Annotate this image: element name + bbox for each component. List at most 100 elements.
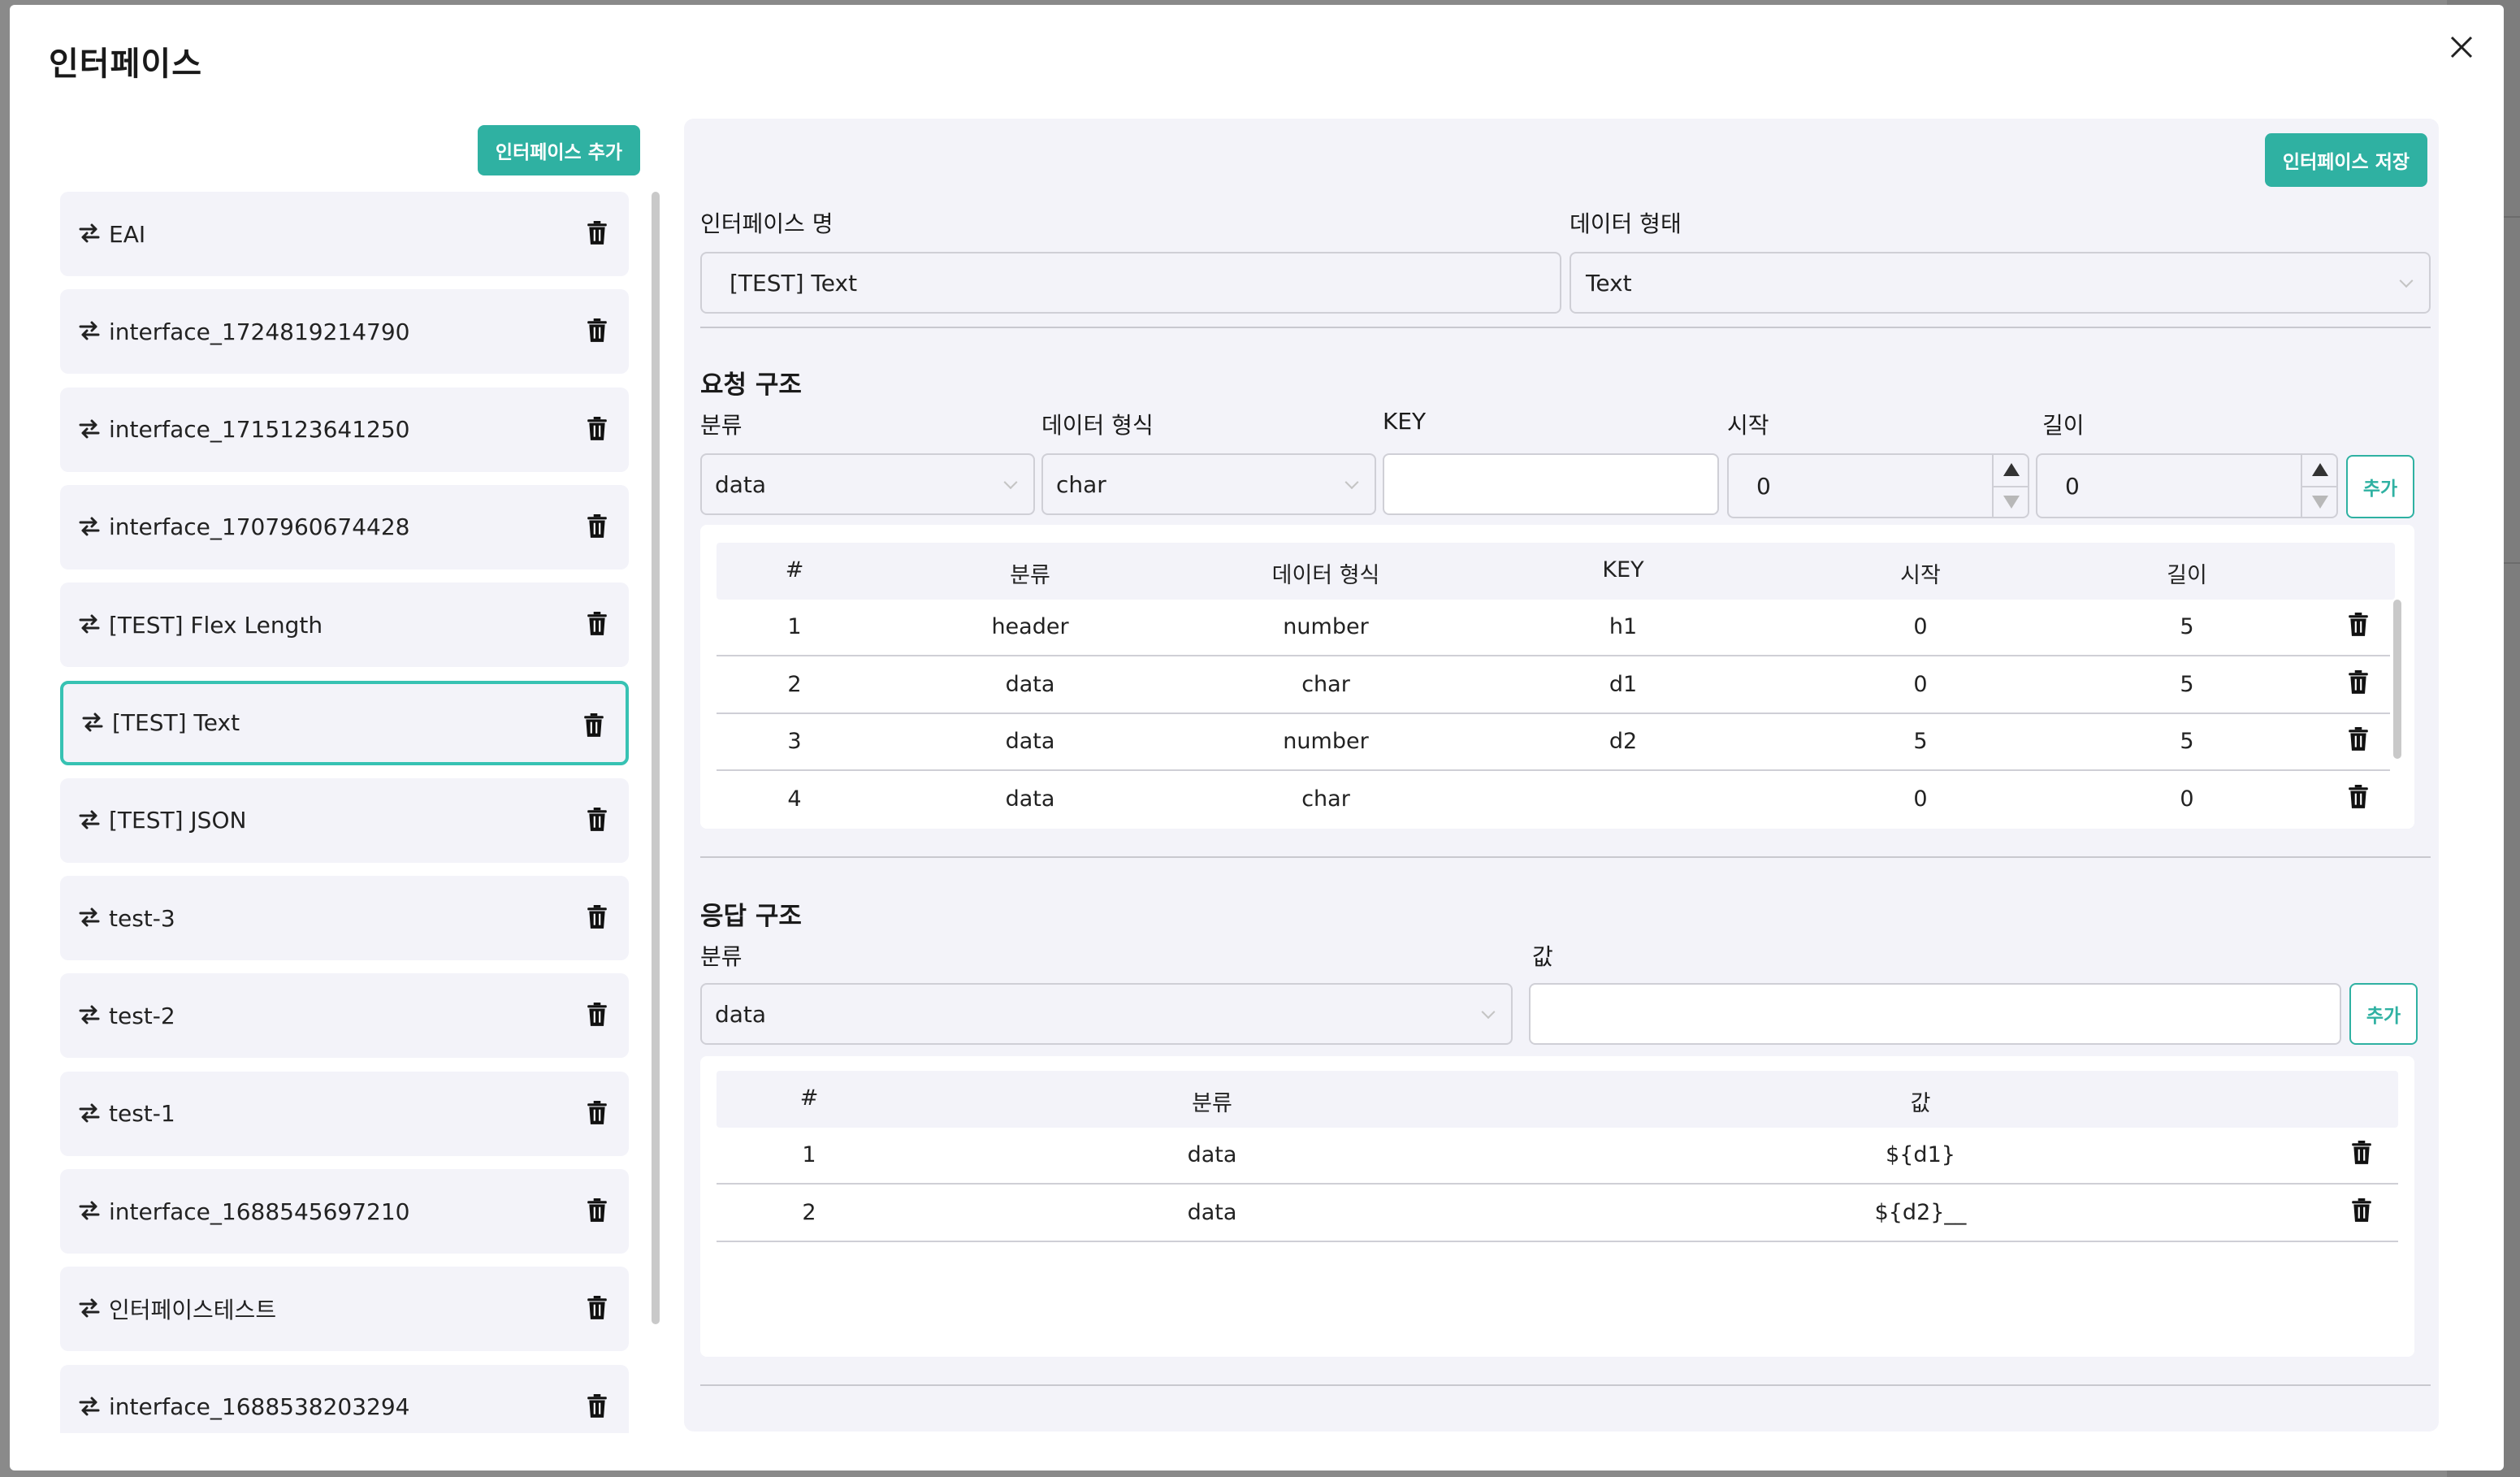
response-category-value: data xyxy=(715,1000,767,1028)
trash-icon[interactable] xyxy=(2348,784,2369,809)
divider xyxy=(700,856,2431,858)
trash-icon[interactable] xyxy=(587,905,609,931)
interface-list-item[interactable]: test-3 xyxy=(60,876,629,961)
request-format-select[interactable]: char xyxy=(1041,453,1376,515)
response-column-header: # xyxy=(799,1085,819,1111)
interface-list-item[interactable]: interface_1724819214790 xyxy=(60,289,629,375)
request-table-cell: 0 xyxy=(1913,614,1928,639)
trash-icon[interactable] xyxy=(587,416,609,443)
data-type-label: 데이터 형태 xyxy=(1570,210,1682,237)
increment-icon[interactable] xyxy=(2312,463,2328,476)
interface-list-item[interactable]: 인터페이스테스트 xyxy=(60,1267,629,1352)
response-table-cell: data xyxy=(1187,1199,1237,1225)
request-table-cell: 5 xyxy=(2180,671,2194,697)
swap-arrows-icon xyxy=(78,1199,102,1224)
request-key-input[interactable] xyxy=(1383,453,1719,515)
interface-name-input[interactable]: [TEST] Text xyxy=(700,252,1561,314)
interface-list-item[interactable]: interface_1715123641250 xyxy=(60,387,629,472)
trash-icon[interactable] xyxy=(587,1003,609,1029)
response-add-button[interactable]: 추가 xyxy=(2349,983,2418,1045)
request-length-stepper[interactable]: 0 xyxy=(2036,453,2338,518)
request-table-cell: 5 xyxy=(1913,729,1928,754)
start-spinner[interactable] xyxy=(1992,455,2028,517)
request-table-cell: 3 xyxy=(787,729,802,754)
response-column-header: 값 xyxy=(1910,1091,1931,1116)
interface-list-item[interactable]: [TEST] JSON xyxy=(60,777,629,863)
interface-list-item[interactable]: interface_1688545697210 xyxy=(60,1169,629,1254)
interface-name: test-2 xyxy=(109,1002,175,1029)
swap-arrows-icon xyxy=(78,1297,102,1321)
interface-list-item[interactable]: [TEST] Flex Length xyxy=(60,583,629,668)
request-length-label: 길이 xyxy=(2042,412,2085,439)
interface-name-value: [TEST] Text xyxy=(730,269,858,297)
trash-icon[interactable] xyxy=(587,221,609,247)
close-button[interactable] xyxy=(2444,29,2479,65)
add-interface-button[interactable]: 인터페이스 추가 xyxy=(478,125,640,175)
request-table-cell: d2 xyxy=(1609,729,1638,754)
response-table-header: # 분류 값 xyxy=(717,1071,2398,1128)
interface-list-item[interactable]: interface_1688538203294 xyxy=(60,1364,629,1433)
trash-icon[interactable] xyxy=(2348,613,2369,637)
swap-arrows-icon xyxy=(78,515,102,539)
interface-list: EAI interface_1724819214790 interface_1715… xyxy=(60,192,645,1433)
request-table-cell: header xyxy=(991,614,1069,639)
trash-icon[interactable] xyxy=(587,1100,609,1127)
save-interface-button[interactable]: 인터페이스 저장 xyxy=(2265,133,2427,187)
interface-list-item[interactable]: [TEST] Text xyxy=(60,680,629,765)
response-category-label: 분류 xyxy=(700,943,743,970)
decrement-icon[interactable] xyxy=(2003,496,2020,509)
interface-list-item[interactable]: test-2 xyxy=(60,973,629,1059)
interface-list-scrollbar[interactable] xyxy=(652,192,660,1324)
interface-list-item[interactable]: EAI xyxy=(60,192,629,276)
trash-icon[interactable] xyxy=(2351,1198,2372,1223)
divider xyxy=(700,1384,2431,1386)
interface-name: [TEST] Text xyxy=(112,709,240,736)
trash-icon[interactable] xyxy=(583,713,606,739)
request-table-cell: char xyxy=(1301,671,1350,697)
response-category-select[interactable]: data xyxy=(700,983,1513,1045)
length-spinner[interactable] xyxy=(2301,455,2336,517)
request-category-label: 분류 xyxy=(700,412,743,439)
request-table-header: # 분류 데이터 형식 KEY 시작 길이 xyxy=(717,543,2395,600)
interface-name: interface_1688545697210 xyxy=(109,1198,410,1225)
request-table-scrollbar[interactable] xyxy=(2393,600,2401,759)
request-table-cell: h1 xyxy=(1609,614,1638,639)
request-table-cell: data xyxy=(1005,786,1055,812)
response-value-input[interactable] xyxy=(1529,983,2341,1045)
interface-name: test-1 xyxy=(109,1100,175,1128)
trash-icon[interactable] xyxy=(587,513,609,540)
increment-icon[interactable] xyxy=(2003,463,2020,476)
interface-name: interface_1715123641250 xyxy=(109,416,410,444)
trash-icon[interactable] xyxy=(587,807,609,834)
row-divider xyxy=(717,1240,2398,1242)
request-key-label: KEY xyxy=(1383,408,1427,435)
request-add-button[interactable]: 추가 xyxy=(2346,455,2414,518)
interface-detail-panel: 인터페이스 저장 인터페이스 명 데이터 형태 [TEST] Text Text… xyxy=(684,119,2439,1432)
close-icon xyxy=(2450,36,2473,58)
trash-icon[interactable] xyxy=(587,1296,609,1322)
chevron-down-icon xyxy=(1344,475,1359,490)
request-table-cell: 0 xyxy=(1913,786,1928,812)
request-start-stepper[interactable]: 0 xyxy=(1727,453,2029,518)
trash-icon[interactable] xyxy=(2351,1141,2372,1165)
swap-arrows-icon xyxy=(78,1395,102,1419)
data-type-select[interactable]: Text xyxy=(1570,252,2431,314)
trash-icon[interactable] xyxy=(587,1393,609,1420)
trash-icon[interactable] xyxy=(2348,727,2369,751)
trash-icon[interactable] xyxy=(587,1198,609,1224)
request-length-value: 0 xyxy=(2065,472,2080,500)
trash-icon[interactable] xyxy=(587,612,609,638)
row-divider xyxy=(717,769,2390,771)
trash-icon[interactable] xyxy=(587,318,609,344)
trash-icon[interactable] xyxy=(2348,669,2369,695)
response-column-header: 분류 xyxy=(1192,1091,1232,1116)
request-table-cell: char xyxy=(1301,786,1350,812)
interface-list-item[interactable]: interface_1707960674428 xyxy=(60,484,629,570)
response-value-label: 값 xyxy=(1532,943,1553,970)
interface-list-item[interactable]: test-1 xyxy=(60,1071,629,1156)
request-category-select[interactable]: data xyxy=(700,453,1035,515)
response-table: # 분류 값 1 data ${d1} 2 data ${d2}__ xyxy=(700,1056,2414,1357)
request-structure-title: 요청 구조 xyxy=(700,370,802,400)
request-table-cell: data xyxy=(1005,671,1055,697)
decrement-icon[interactable] xyxy=(2312,496,2328,509)
